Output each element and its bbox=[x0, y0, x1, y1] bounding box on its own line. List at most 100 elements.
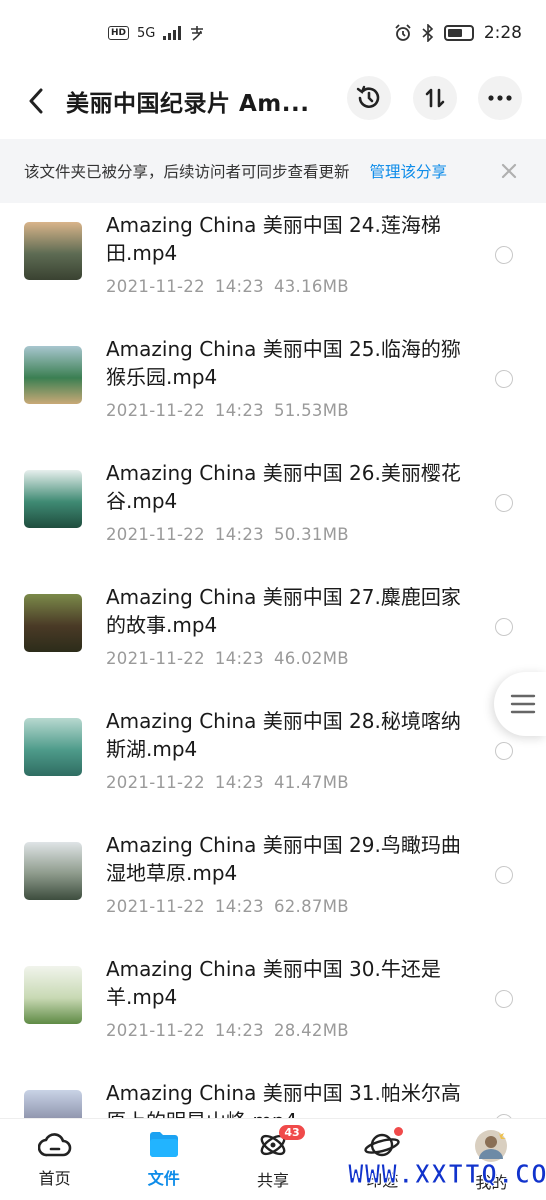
file-name-line1: Amazing China 美丽中国 28.秘境喀纳 bbox=[106, 709, 461, 733]
status-right: 2:28 bbox=[394, 23, 522, 43]
file-list[interactable]: Amazing China 美丽中国 24.莲海梯 田.mp4 2021-11-22… bbox=[0, 203, 546, 1118]
file-meta: 2021-11-22 14:23 43.16MB bbox=[106, 277, 349, 296]
select-radio[interactable] bbox=[495, 866, 513, 884]
file-name: Amazing China 美丽中国 30.牛还是 羊.mp4 bbox=[106, 955, 476, 1011]
file-time: 14:23 bbox=[214, 649, 264, 668]
watermark-text: WWW.XXTTQ.COM bbox=[348, 1160, 546, 1191]
alarm-icon bbox=[395, 24, 411, 41]
file-name-line1: Amazing China 美丽中国 31.帕米尔高 bbox=[106, 1081, 461, 1105]
file-date: 2021-11-22 bbox=[106, 401, 205, 420]
back-button[interactable] bbox=[20, 80, 52, 122]
alipay-icon bbox=[191, 26, 204, 41]
file-size: 62.87MB bbox=[273, 897, 349, 916]
select-radio[interactable] bbox=[495, 990, 513, 1008]
file-name: Amazing China 美丽中国 25.临海的猕 猴乐园.mp4 bbox=[106, 335, 476, 391]
select-radio[interactable] bbox=[495, 618, 513, 636]
file-meta: 2021-11-22 14:23 50.31MB bbox=[106, 525, 349, 544]
select-radio[interactable] bbox=[495, 246, 513, 264]
manage-share-link[interactable]: 管理该分享 bbox=[370, 160, 448, 182]
file-time: 14:23 bbox=[214, 525, 264, 544]
file-name-line2: 谷.mp4 bbox=[106, 489, 178, 513]
file-row[interactable]: Amazing China 美丽中国 26.美丽樱花 谷.mp4 2021-11-2… bbox=[0, 455, 546, 579]
nav-home-label: 首页 bbox=[38, 1169, 71, 1188]
file-size: 51.53MB bbox=[273, 401, 349, 420]
status-bar: HD 5G 2:28 bbox=[0, 0, 546, 66]
nav-share[interactable]: 43 共享 bbox=[218, 1119, 327, 1200]
hd-indicator: HD bbox=[108, 26, 130, 40]
file-meta: 2021-11-22 14:23 46.02MB bbox=[106, 649, 349, 668]
video-thumbnail bbox=[24, 594, 82, 652]
select-radio[interactable] bbox=[495, 494, 513, 512]
title-bar: 美丽中国纪录片 Am... bbox=[0, 66, 546, 136]
select-radio[interactable] bbox=[495, 370, 513, 388]
hamburger-icon bbox=[510, 694, 536, 714]
file-name: Amazing China 美丽中国 24.莲海梯 田.mp4 bbox=[106, 211, 476, 267]
select-radio[interactable] bbox=[495, 742, 513, 760]
file-date: 2021-11-22 bbox=[106, 649, 205, 668]
file-meta: 2021-11-22 14:23 28.42MB bbox=[106, 1021, 349, 1040]
file-name-line1: Amazing China 美丽中国 26.美丽樱花 bbox=[106, 461, 461, 485]
file-time: 14:23 bbox=[214, 1021, 264, 1040]
share-banner-text: 该文件夹已被分享，后续访问者可同步查看更新 bbox=[24, 163, 350, 181]
nav-files-label: 文件 bbox=[147, 1169, 180, 1188]
nav-home[interactable]: 首页 bbox=[0, 1119, 109, 1200]
file-size: 50.31MB bbox=[273, 525, 349, 544]
file-name-line1: Amazing China 美丽中国 27.麋鹿回家 bbox=[106, 585, 461, 609]
chevron-left-icon bbox=[29, 88, 43, 114]
file-date: 2021-11-22 bbox=[106, 1021, 205, 1040]
file-name: Amazing China 美丽中国 27.麋鹿回家 的故事.mp4 bbox=[106, 583, 476, 639]
sort-button[interactable] bbox=[413, 76, 457, 120]
file-name: Amazing China 美丽中国 31.帕米尔高原上的明星山峰.mp4 bbox=[106, 1079, 476, 1118]
page-title: 美丽中国纪录片 Am... bbox=[66, 91, 310, 117]
file-name-line2: 羊.mp4 bbox=[106, 985, 178, 1009]
file-time: 14:23 bbox=[214, 401, 264, 420]
file-size: 46.02MB bbox=[273, 649, 349, 668]
file-name: Amazing China 美丽中国 29.鸟瞰玛曲 湿地草原.mp4 bbox=[106, 831, 476, 887]
video-thumbnail bbox=[24, 842, 82, 900]
file-time: 14:23 bbox=[214, 277, 264, 296]
file-name-line2: 的故事.mp4 bbox=[106, 613, 218, 637]
file-name-line2: 田.mp4 bbox=[106, 241, 178, 265]
file-name-line1: Amazing China 美丽中国 25.临海的猕 bbox=[106, 337, 461, 361]
share-badge: 43 bbox=[279, 1125, 305, 1140]
file-name-line2: 原上的明星山峰.mp4 bbox=[106, 1107, 476, 1118]
file-date: 2021-11-22 bbox=[106, 277, 205, 296]
video-thumbnail bbox=[24, 346, 82, 404]
cloud-home-icon bbox=[37, 1133, 71, 1157]
file-size: 43.16MB bbox=[273, 277, 349, 296]
file-row[interactable]: Amazing China 美丽中国 27.麋鹿回家 的故事.mp4 2021-11… bbox=[0, 579, 546, 703]
clock: 2:28 bbox=[483, 23, 522, 43]
nav-files[interactable]: 文件 bbox=[109, 1119, 218, 1200]
file-time: 14:23 bbox=[214, 897, 264, 916]
file-name-line2: 猴乐园.mp4 bbox=[106, 365, 218, 389]
file-meta: 2021-11-22 14:23 41.47MB bbox=[106, 773, 349, 792]
close-icon[interactable] bbox=[496, 158, 522, 184]
file-name-line1: Amazing China 美丽中国 24.莲海梯 bbox=[106, 213, 441, 237]
file-row[interactable]: Amazing China 美丽中国 28.秘境喀纳 斯湖.mp4 2021-11-… bbox=[0, 703, 546, 827]
file-row[interactable]: Amazing China 美丽中国 25.临海的猕 猴乐园.mp4 2021-11… bbox=[0, 331, 546, 455]
file-meta: 2021-11-22 14:23 62.87MB bbox=[106, 897, 349, 916]
file-row[interactable]: Amazing China 美丽中国 29.鸟瞰玛曲 湿地草原.mp4 2021-1… bbox=[0, 827, 546, 951]
nav-share-label: 共享 bbox=[257, 1171, 290, 1190]
video-thumbnail bbox=[24, 222, 82, 280]
video-thumbnail bbox=[24, 718, 82, 776]
file-name-line2: 湿地草原.mp4 bbox=[106, 861, 238, 885]
file-date: 2021-11-22 bbox=[106, 773, 205, 792]
file-meta: 2021-11-22 14:23 51.53MB bbox=[106, 401, 349, 420]
avatar-icon bbox=[475, 1130, 508, 1162]
more-button[interactable] bbox=[478, 76, 522, 120]
video-thumbnail bbox=[24, 1090, 82, 1118]
file-row[interactable]: Amazing China 美丽中国 31.帕米尔高原上的明星山峰.mp4 bbox=[0, 1075, 546, 1118]
history-button[interactable] bbox=[347, 76, 391, 120]
video-thumbnail bbox=[24, 470, 82, 528]
share-banner: 该文件夹已被分享，后续访问者可同步查看更新 管理该分享 bbox=[0, 139, 546, 203]
file-row[interactable]: Amazing China 美丽中国 30.牛还是 羊.mp4 2021-11-22… bbox=[0, 951, 546, 1075]
network-indicator: 5G bbox=[137, 25, 156, 41]
file-row[interactable]: Amazing China 美丽中国 24.莲海梯 田.mp4 2021-11-22… bbox=[0, 207, 546, 331]
history-icon bbox=[356, 85, 380, 108]
video-thumbnail bbox=[24, 966, 82, 1024]
file-name: Amazing China 美丽中国 28.秘境喀纳 斯湖.mp4 bbox=[106, 707, 476, 763]
sort-arrows-icon bbox=[425, 88, 445, 108]
file-name-line2: 斯湖.mp4 bbox=[106, 737, 198, 761]
moments-dot bbox=[393, 1127, 403, 1136]
